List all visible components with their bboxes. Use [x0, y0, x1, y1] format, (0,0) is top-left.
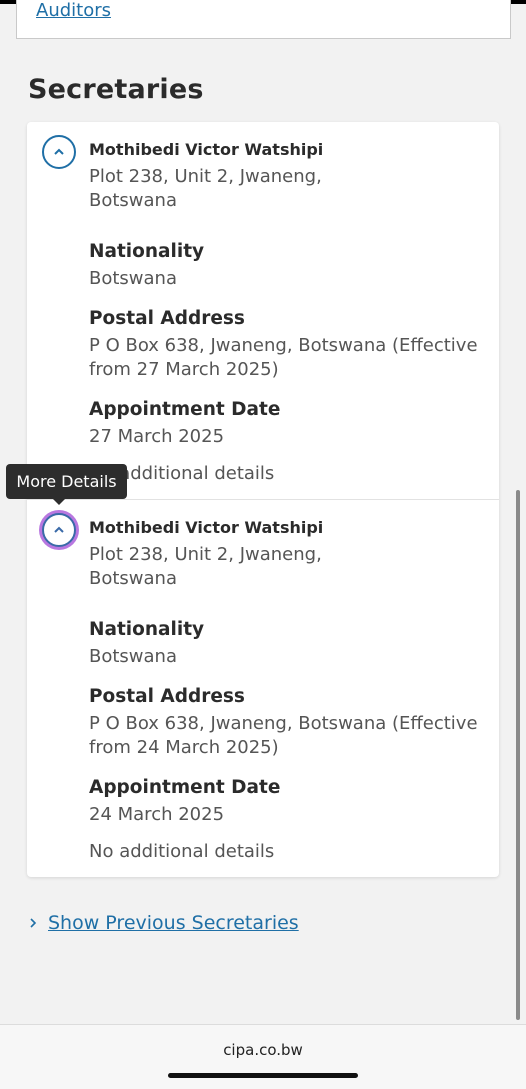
- section-title: Secretaries: [28, 74, 204, 105]
- postal-address-label: Postal Address: [89, 686, 245, 707]
- secretary-entry: Mothibedi Victor Watshipi Plot 238, Unit…: [27, 122, 499, 498]
- appointment-date-label: Appointment Date: [89, 399, 281, 420]
- tooltip-arrow: [52, 498, 66, 505]
- chevron-up-icon: [54, 526, 64, 533]
- browser-domain[interactable]: cipa.co.bw: [0, 1041, 526, 1059]
- nationality-value: Botswana: [89, 646, 177, 667]
- postal-address-label: Postal Address: [89, 308, 245, 329]
- postal-address-value: P O Box 638, Jwaneng, Botswana (Effectiv…: [89, 335, 478, 380]
- nationality-value: Botswana: [89, 268, 177, 289]
- scrollbar[interactable]: [516, 490, 520, 1020]
- additional-details: No additional details: [89, 841, 275, 862]
- more-details-tooltip: More Details: [6, 464, 127, 499]
- home-indicator[interactable]: [168, 1073, 358, 1078]
- nationality-label: Nationality: [89, 619, 205, 640]
- secretary-entry: Mothibedi Victor Watshipi Plot 238, Unit…: [27, 499, 499, 877]
- chevron-right-icon: [30, 918, 37, 928]
- nationality-label: Nationality: [89, 241, 205, 262]
- secretary-name: Mothibedi Victor Watshipi: [89, 140, 324, 159]
- appointment-date-value: 27 March 2025: [89, 426, 225, 447]
- postal-address-value: P O Box 638, Jwaneng, Botswana (Effectiv…: [89, 713, 478, 758]
- collapse-toggle-button[interactable]: [42, 135, 76, 169]
- collapse-toggle-button[interactable]: [42, 513, 76, 547]
- appointment-date-label: Appointment Date: [89, 777, 281, 798]
- secretary-address: Plot 238, Unit 2, Jwaneng, Botswana: [89, 544, 322, 589]
- auditors-link[interactable]: Auditors: [36, 2, 111, 20]
- chevron-up-icon: [54, 148, 64, 155]
- secretary-address: Plot 238, Unit 2, Jwaneng, Botswana: [89, 166, 322, 211]
- show-previous-link[interactable]: Show Previous Secretaries: [48, 912, 299, 934]
- secretary-name: Mothibedi Victor Watshipi: [89, 518, 324, 537]
- appointment-date-value: 24 March 2025: [89, 804, 225, 825]
- show-previous-secretaries[interactable]: Show Previous Secretaries: [29, 912, 299, 934]
- auditors-card: Auditors: [16, 0, 511, 39]
- secretaries-card: Mothibedi Victor Watshipi Plot 238, Unit…: [27, 122, 499, 877]
